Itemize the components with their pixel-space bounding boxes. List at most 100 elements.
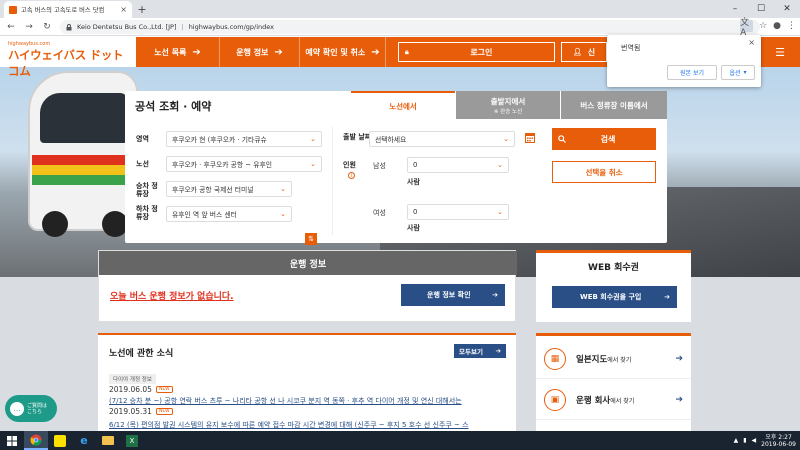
route-select[interactable]: 후쿠오카 · 후쿠오카 공항 ~ 유후인 ⌄ [166,156,322,172]
female-count-select[interactable]: 0 ⌄ [407,204,509,220]
tab-by-departure[interactable]: 출발지에서 ※ 완승 노선 [456,91,560,119]
excel-taskbar-icon[interactable]: X [120,431,144,450]
file-explorer-taskbar-icon[interactable] [96,431,120,450]
web-page: highwaybus.com ハイウェイバス ドットコム 노선 목록 ➔ 운행 정… [0,37,800,431]
news-link[interactable]: (7/12 승차 분 ~) 공항 연락 버스 츠루 ~ 나리타 공항 선 나 시… [109,396,505,406]
alighting-stop-select[interactable]: 유후인 역 앞 버스 센터 ⌄ [166,206,292,222]
translate-icon[interactable]: 文A [740,18,754,38]
internet-explorer-taskbar-icon[interactable]: e [72,431,96,450]
arrow-right-icon: ➔ [371,46,380,58]
lock-icon: 🔒︎ [405,47,409,56]
windows-start-icon[interactable] [0,431,24,450]
news-date: 2019.06.05 NEW [109,385,173,394]
news-box: 노선에 관한 소식 모두보기 ➔ 다이야 개정 정보 2019.06.05 NEW … [98,333,516,431]
back-icon[interactable]: ← [4,20,18,34]
bus-icon: ▣ [544,388,566,411]
check-operation-button[interactable]: 운행 정보 확인 ➔ [401,284,505,306]
chevron-down-icon: ⌄ [310,160,316,168]
people-label: 인원 [343,161,356,169]
site-logo[interactable]: highwaybus.com ハイウェイバス ドットコム [8,41,128,78]
arrow-right-icon: ➔ [675,394,683,405]
bus-image [28,71,138,237]
close-icon[interactable]: × [748,38,755,47]
chevron-down-icon: ⌄ [497,161,503,169]
tab-title: 고속 버스의 고속도로 버스 닷컴 [21,7,105,14]
profile-icon[interactable]: ● [773,21,781,31]
male-unit: 사람 [407,178,420,186]
nav-reservation[interactable]: 예약 확인 및 취소 ➔ [300,37,386,67]
search-button[interactable]: 검색 [552,128,656,150]
buy-web-ticket-button[interactable]: WEB 회수권을 구입 ➔ [552,286,677,308]
arrow-right-icon: ➔ [192,46,201,58]
find-by-company-link[interactable]: ▣ 운행 회사에서 찾기 ➔ [536,380,691,420]
clear-selection-button[interactable]: 선택을 취소 [552,161,656,183]
search-icon [558,135,566,143]
swap-stops-icon[interactable]: ⇅ [305,233,317,245]
view-all-button[interactable]: 모두보기 ➔ [454,344,506,358]
network-icon[interactable]: ▮ [743,437,746,444]
address-bar[interactable]: Keio Dentetsu Bus Co.,Ltd. [JP] | highwa… [60,20,760,34]
side-links: ▦ 일본지도에서 찾기 ➔ ▣ 운행 회사에서 찾기 ➔ [536,333,691,431]
alighting-stop-label: 하차 정류장 [136,205,158,221]
favicon-icon [9,5,17,14]
web-ticket-header: WEB 회수권 [588,263,639,273]
arrow-right-icon: ➔ [664,293,670,301]
male-count-select[interactable]: 0 ⌄ [407,157,509,173]
departure-date-select[interactable]: 선택하세요 ⌄ [369,131,515,147]
news-link[interactable]: 6/12 (목) 편의점 발권 시스템의 유지 보수에 따른 예약 접수 마감 … [109,420,505,430]
close-tab-icon[interactable]: × [120,5,127,14]
forward-icon[interactable]: → [22,20,36,34]
chevron-down-icon: ⌄ [310,135,316,143]
route-label: 노선 [136,160,149,168]
translate-options-button[interactable]: 옵션 ▾ [721,65,755,80]
taskbar-clock[interactable]: 오후 2:27 2019-06-09 [761,434,796,448]
news-header: 노선에 관한 소식 [109,349,174,359]
new-tab-button[interactable]: + [136,3,148,16]
area-label: 영역 [136,135,149,143]
new-badge: NEW [155,408,173,415]
windows-taskbar: e X ▲ ▮ ◀ 오후 2:27 2019-06-09 [0,431,800,450]
volume-icon[interactable]: ◀ [752,437,757,444]
system-tray: ▲ ▮ ◀ 오후 2:27 2019-06-09 [734,431,796,450]
info-icon[interactable]: i [348,172,355,179]
female-unit: 사람 [407,224,420,232]
bookmark-star-icon[interactable]: ☆ [759,21,767,31]
signup-button[interactable]: 👤︎ 신 [561,42,607,62]
lock-icon [66,23,72,31]
female-label: 여성 [373,209,386,217]
reload-icon[interactable]: ↻ [40,20,54,34]
translate-popup: 번역됨 × 원본 보기 옵션 ▾ [607,35,761,87]
chrome-taskbar-icon[interactable] [24,431,48,450]
kakaotalk-taskbar-icon[interactable] [48,431,72,450]
nav-operation-info[interactable]: 운행 정보 ➔ [220,37,300,67]
address-separator: | [181,23,184,31]
login-button[interactable]: 🔒︎ 로그인 [398,42,555,62]
nav-route-list[interactable]: 노선 목록 ➔ [136,37,220,67]
toolbar-right: 文A ☆ ● ⋮ [740,18,796,38]
new-badge: NEW [155,386,173,393]
chevron-down-icon: ⌄ [503,135,509,143]
area-select[interactable]: 후쿠오카 현 (후쿠오카 · 기타큐슈 ⌄ [166,131,322,147]
operation-info-header: 운행 정보 [99,251,517,275]
show-original-button[interactable]: 원본 보기 [667,65,717,80]
tab-by-stop-name[interactable]: 버스 정류장 이름에서 [561,91,667,119]
arrow-right-icon: ➔ [675,353,683,364]
hamburger-menu-icon[interactable]: ☰ [760,37,800,67]
browser-tab[interactable]: 고속 버스의 고속도로 버스 닷컴 × [4,1,132,18]
tab-by-route[interactable]: 노선에서 [351,91,455,119]
arrow-right-icon: ➔ [492,291,498,299]
calendar-icon[interactable] [525,132,535,143]
boarding-stop-select[interactable]: 후쿠오카 공항 국제선 터미널 ⌄ [166,181,292,197]
find-by-map-link[interactable]: ▦ 일본지도에서 찾기 ➔ [536,339,691,379]
menu-kebab-icon[interactable]: ⋮ [787,21,796,31]
chat-bubble-icon: … [10,401,24,416]
caret-down-icon: ▾ [743,69,747,76]
chat-help-button[interactable]: … ご質問は こちら [5,395,57,422]
close-window-icon[interactable]: ✕ [774,0,800,18]
user-icon: 👤︎ [572,48,582,56]
tray-expand-icon[interactable]: ▲ [734,437,739,444]
operation-message[interactable]: 오늘 버스 운행 정보가 없습니다. [110,289,234,302]
chevron-down-icon: ⌄ [280,210,286,218]
chevron-down-icon: ⌄ [497,208,503,216]
logo-main-text: ハイウェイバス ドットコム [8,48,124,78]
